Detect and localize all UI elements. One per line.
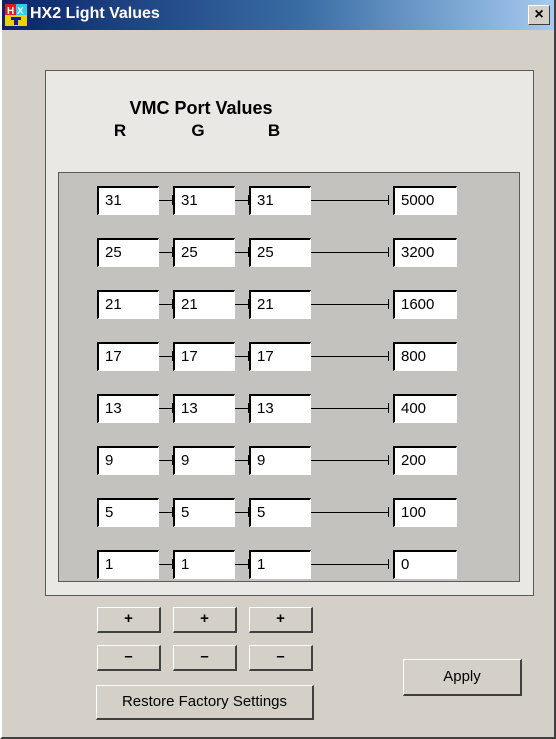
light-value-input[interactable]: 100 [393, 498, 457, 527]
svg-text:H: H [7, 6, 14, 17]
connector-tick-vertical [388, 247, 389, 257]
connector-line [311, 252, 389, 253]
light-values-grid: 31 31 31 5000 25 25 25 3200 21 21 21 1600 17 17 17 800 1… [58, 172, 520, 582]
hx-app-icon: H X [5, 4, 27, 26]
decrement-g-button[interactable]: – [173, 645, 237, 671]
vmc-port-values-title: VMC Port Values [129, 98, 273, 118]
connector-tick-vertical [388, 455, 389, 465]
connector-tick [159, 252, 173, 253]
close-button[interactable]: × [528, 5, 550, 25]
port-b-input[interactable]: 13 [249, 394, 311, 423]
restore-factory-settings-button[interactable]: Restore Factory Settings [96, 685, 314, 720]
connector-tick [159, 356, 173, 357]
port-b-input[interactable]: 25 [249, 238, 311, 267]
port-g-input[interactable]: 1 [173, 550, 235, 579]
port-g-input[interactable]: 21 [173, 290, 235, 319]
light-value-input[interactable]: 800 [393, 342, 457, 371]
connector-tick [159, 512, 173, 513]
connector-tick-vertical [388, 559, 389, 569]
connector-tick [159, 304, 173, 305]
port-b-input[interactable]: 9 [249, 446, 311, 475]
port-g-input[interactable]: 25 [173, 238, 235, 267]
connector-tick [235, 304, 249, 305]
column-header-r: R [113, 121, 127, 140]
port-g-input[interactable]: 5 [173, 498, 235, 527]
connector-tick-vertical [388, 507, 389, 517]
connector-tick [235, 356, 249, 357]
connector-tick-vertical [388, 299, 389, 309]
light-value-input[interactable]: 3200 [393, 238, 457, 267]
decrement-b-button[interactable]: – [249, 645, 313, 671]
connector-line [311, 356, 389, 357]
port-r-input[interactable]: 5 [97, 498, 159, 527]
port-r-input[interactable]: 25 [97, 238, 159, 267]
port-g-input[interactable]: 13 [173, 394, 235, 423]
increment-g-button[interactable]: + [173, 607, 237, 633]
port-r-input[interactable]: 21 [97, 290, 159, 319]
apply-button[interactable]: Apply [403, 659, 522, 696]
connector-tick [235, 408, 249, 409]
window-title: HX2 Light Values [30, 5, 160, 22]
connector-tick [159, 408, 173, 409]
light-value-input[interactable]: 0 [393, 550, 457, 579]
port-r-input[interactable]: 13 [97, 394, 159, 423]
port-r-input[interactable]: 17 [97, 342, 159, 371]
hx2-light-values-window: H X HX2 Light Values × VMC Port Values R… [0, 0, 556, 739]
port-b-input[interactable]: 1 [249, 550, 311, 579]
increment-b-button[interactable]: + [249, 607, 313, 633]
light-value-input[interactable]: 200 [393, 446, 457, 475]
light-value-input[interactable]: 5000 [393, 186, 457, 215]
light-value-input[interactable]: 1600 [393, 290, 457, 319]
connector-tick-vertical [388, 403, 389, 413]
connector-line [311, 512, 389, 513]
increment-r-button[interactable]: + [97, 607, 161, 633]
vmc-port-values-panel: VMC Port Values R G B 31 31 31 5000 25 25 25 32… [45, 70, 534, 596]
connector-line [311, 564, 389, 565]
svg-text:X: X [17, 6, 24, 17]
connector-tick [235, 564, 249, 565]
port-b-input[interactable]: 5 [249, 498, 311, 527]
port-g-input[interactable]: 31 [173, 186, 235, 215]
column-header-g: G [191, 121, 205, 140]
connector-line [311, 200, 389, 201]
port-g-input[interactable]: 17 [173, 342, 235, 371]
connector-line [311, 460, 389, 461]
column-header-b: B [267, 121, 281, 140]
connector-tick [159, 460, 173, 461]
port-b-input[interactable]: 17 [249, 342, 311, 371]
connector-tick [159, 200, 173, 201]
title-bar[interactable]: H X HX2 Light Values × [2, 0, 554, 30]
connector-tick [235, 512, 249, 513]
port-r-input[interactable]: 1 [97, 550, 159, 579]
port-b-input[interactable]: 31 [249, 186, 311, 215]
connector-tick [235, 252, 249, 253]
port-r-input[interactable]: 9 [97, 446, 159, 475]
port-g-input[interactable]: 9 [173, 446, 235, 475]
decrement-r-button[interactable]: – [97, 645, 161, 671]
connector-tick-vertical [388, 351, 389, 361]
connector-tick [235, 200, 249, 201]
connector-tick [235, 460, 249, 461]
connector-line [311, 304, 389, 305]
connector-line [311, 408, 389, 409]
connector-tick-vertical [388, 195, 389, 205]
light-value-input[interactable]: 400 [393, 394, 457, 423]
port-r-input[interactable]: 31 [97, 186, 159, 215]
connector-tick [159, 564, 173, 565]
port-b-input[interactable]: 21 [249, 290, 311, 319]
